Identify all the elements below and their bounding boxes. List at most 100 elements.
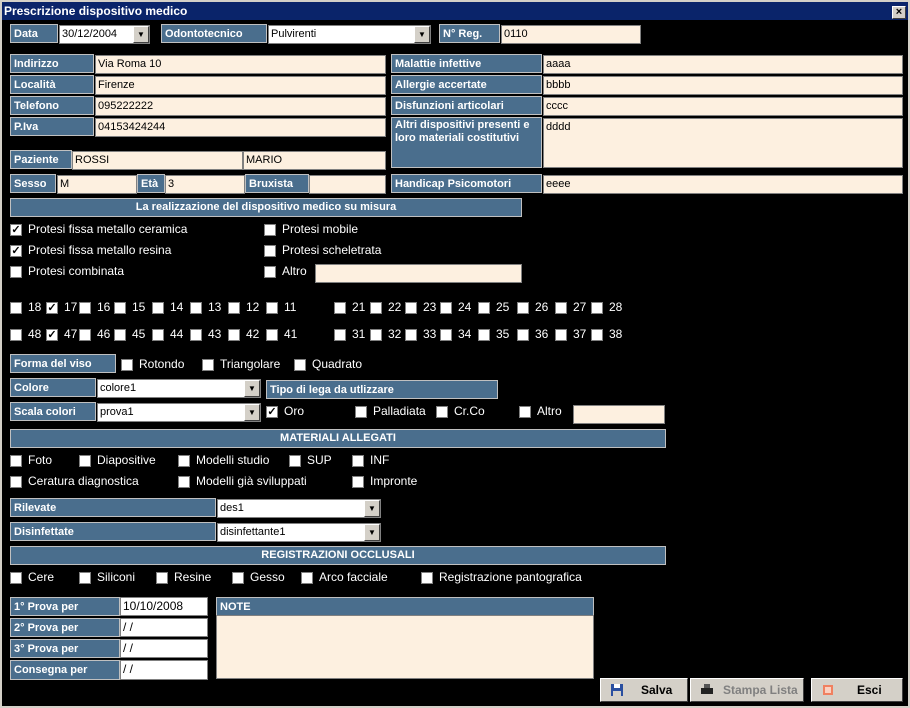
cognome-field[interactable]: ROSSI bbox=[72, 151, 243, 170]
tooth-13-checkbox[interactable] bbox=[190, 302, 202, 314]
tooth-16-checkbox[interactable] bbox=[79, 302, 91, 314]
tooth-17-checkbox[interactable]: ✓ bbox=[46, 302, 58, 314]
close-button[interactable]: × bbox=[892, 6, 906, 19]
chevron-down-icon[interactable]: ▼ bbox=[244, 380, 260, 397]
indirizzo-field[interactable]: Via Roma 10 bbox=[95, 55, 386, 74]
tooth-label: 18 bbox=[28, 300, 42, 314]
chevron-down-icon[interactable]: ▼ bbox=[244, 404, 260, 421]
tooth-36-checkbox[interactable] bbox=[517, 329, 529, 341]
registrazione-4-checkbox[interactable] bbox=[301, 572, 313, 584]
altri-dispositivi-field[interactable]: dddd bbox=[543, 118, 903, 168]
tooth-23-checkbox[interactable] bbox=[405, 302, 417, 314]
protesi-0-checkbox[interactable]: ✓ bbox=[10, 224, 22, 236]
tooth-32-checkbox[interactable] bbox=[370, 329, 382, 341]
prova1-field[interactable]: 10/10/2008 bbox=[120, 597, 208, 616]
protesi-5-checkbox[interactable] bbox=[264, 266, 276, 278]
chevron-down-icon[interactable]: ▼ bbox=[414, 26, 430, 43]
materiale-7-checkbox[interactable] bbox=[352, 476, 364, 488]
altro-lega-field[interactable] bbox=[573, 405, 665, 424]
registrazione-1-checkbox[interactable] bbox=[79, 572, 91, 584]
registrazione-2-checkbox[interactable] bbox=[156, 572, 168, 584]
tooth-14-checkbox[interactable] bbox=[152, 302, 164, 314]
tooth-15-checkbox[interactable] bbox=[114, 302, 126, 314]
tooth-47-checkbox[interactable]: ✓ bbox=[46, 329, 58, 341]
telefono-field[interactable]: 095222222 bbox=[95, 97, 386, 116]
chevron-down-icon[interactable]: ▼ bbox=[364, 524, 380, 541]
tooth-43-checkbox[interactable] bbox=[190, 329, 202, 341]
tooth-12-checkbox[interactable] bbox=[228, 302, 240, 314]
registrazione-3-checkbox[interactable] bbox=[232, 572, 244, 584]
esci-button[interactable]: Esci bbox=[811, 678, 903, 702]
materiale-1-checkbox[interactable] bbox=[79, 455, 91, 467]
prova2-field[interactable]: / / bbox=[120, 618, 208, 637]
protesi-2-checkbox[interactable] bbox=[10, 266, 22, 278]
rilevate-select[interactable]: des1 ▼ bbox=[217, 499, 381, 518]
tooth-28-checkbox[interactable] bbox=[591, 302, 603, 314]
scala-colori-label: Scala colori bbox=[10, 402, 96, 421]
altro-protesi-field[interactable] bbox=[315, 264, 522, 283]
colore-select[interactable]: colore1 ▼ bbox=[97, 379, 261, 398]
registrazione-0-checkbox[interactable] bbox=[10, 572, 22, 584]
piva-field[interactable]: 04153424244 bbox=[95, 118, 386, 137]
tooth-27-checkbox[interactable] bbox=[555, 302, 567, 314]
forma-0-checkbox[interactable] bbox=[121, 359, 133, 371]
handicap-field[interactable]: eeee bbox=[543, 175, 903, 194]
data-date-picker[interactable]: 30/12/2004 ▼ bbox=[59, 25, 150, 44]
protesi-1-checkbox[interactable]: ✓ bbox=[10, 245, 22, 257]
tooth-35-checkbox[interactable] bbox=[478, 329, 490, 341]
tooth-26-checkbox[interactable] bbox=[517, 302, 529, 314]
realizzazione-header: La realizzazione del dispositivo medico … bbox=[10, 198, 522, 217]
nreg-field[interactable]: 0110 bbox=[501, 25, 641, 44]
tooth-25-checkbox[interactable] bbox=[478, 302, 490, 314]
disinfettate-select[interactable]: disinfettante1 ▼ bbox=[217, 523, 381, 542]
materiale-0-checkbox[interactable] bbox=[10, 455, 22, 467]
tooth-34-checkbox[interactable] bbox=[440, 329, 452, 341]
protesi-4-checkbox[interactable] bbox=[264, 245, 276, 257]
tooth-48-checkbox[interactable] bbox=[10, 329, 22, 341]
scala-colori-select[interactable]: prova1 ▼ bbox=[97, 403, 261, 422]
tooth-41-checkbox[interactable] bbox=[266, 329, 278, 341]
lega-0-checkbox[interactable]: ✓ bbox=[266, 406, 278, 418]
tooth-37-checkbox[interactable] bbox=[555, 329, 567, 341]
tooth-31-checkbox[interactable] bbox=[334, 329, 346, 341]
tooth-11-checkbox[interactable] bbox=[266, 302, 278, 314]
eta-field[interactable]: 3 bbox=[165, 175, 245, 194]
protesi-3-checkbox[interactable] bbox=[264, 224, 276, 236]
tooth-22-checkbox[interactable] bbox=[370, 302, 382, 314]
materiale-2-checkbox[interactable] bbox=[178, 455, 190, 467]
tooth-38-checkbox[interactable] bbox=[591, 329, 603, 341]
localita-field[interactable]: Firenze bbox=[95, 76, 386, 95]
salva-button[interactable]: Salva bbox=[600, 678, 688, 702]
tooth-44-checkbox[interactable] bbox=[152, 329, 164, 341]
forma-2-checkbox[interactable] bbox=[294, 359, 306, 371]
bruxista-field[interactable] bbox=[309, 175, 386, 194]
consegna-field[interactable]: / / bbox=[120, 660, 208, 680]
note-textarea[interactable] bbox=[216, 615, 594, 679]
stampa-lista-button[interactable]: Stampa Lista bbox=[690, 678, 804, 702]
chevron-down-icon[interactable]: ▼ bbox=[133, 26, 149, 43]
forma-1-checkbox[interactable] bbox=[202, 359, 214, 371]
malattie-field[interactable]: aaaa bbox=[543, 55, 903, 74]
tooth-24-checkbox[interactable] bbox=[440, 302, 452, 314]
registrazione-5-checkbox[interactable] bbox=[421, 572, 433, 584]
materiale-5-checkbox[interactable] bbox=[10, 476, 22, 488]
tooth-18-checkbox[interactable] bbox=[10, 302, 22, 314]
tooth-21-checkbox[interactable] bbox=[334, 302, 346, 314]
chevron-down-icon[interactable]: ▼ bbox=[364, 500, 380, 517]
tooth-45-checkbox[interactable] bbox=[114, 329, 126, 341]
tooth-42-checkbox[interactable] bbox=[228, 329, 240, 341]
odontotecnico-select[interactable]: Pulvirenti ▼ bbox=[268, 25, 431, 44]
allergie-field[interactable]: bbbb bbox=[543, 76, 903, 95]
materiale-3-checkbox[interactable] bbox=[289, 455, 301, 467]
prova3-field[interactable]: / / bbox=[120, 639, 208, 658]
lega-1-checkbox[interactable] bbox=[355, 406, 367, 418]
tooth-46-checkbox[interactable] bbox=[79, 329, 91, 341]
sesso-field[interactable]: M bbox=[57, 175, 137, 194]
lega-2-checkbox[interactable] bbox=[436, 406, 448, 418]
tooth-33-checkbox[interactable] bbox=[405, 329, 417, 341]
disfunzioni-field[interactable]: cccc bbox=[543, 97, 903, 116]
materiale-4-checkbox[interactable] bbox=[352, 455, 364, 467]
lega-3-checkbox[interactable] bbox=[519, 406, 531, 418]
nome-field[interactable]: MARIO bbox=[243, 151, 386, 170]
materiale-6-checkbox[interactable] bbox=[178, 476, 190, 488]
